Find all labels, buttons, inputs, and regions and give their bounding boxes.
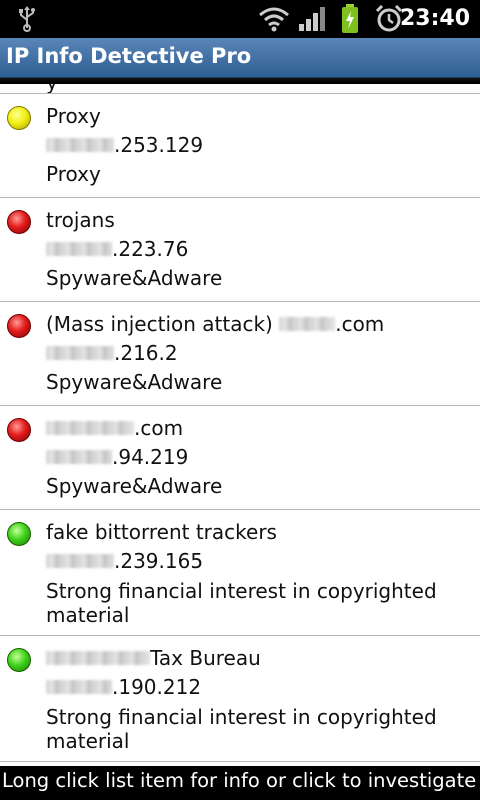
status-red-icon (7, 314, 31, 338)
redacted-blur (46, 138, 114, 152)
item-title: trojans (46, 208, 115, 232)
item-category: Spyware&Adware (46, 370, 223, 394)
app-title: IP Info Detective Pro (6, 44, 252, 68)
item-ip: .190.212 (46, 673, 476, 702)
list-item[interactable]: (Mass injection attack) .com .216.2 Spyw… (0, 302, 480, 406)
app-title-bar: IP Info Detective Pro (0, 38, 480, 78)
list-item[interactable]: Proxy .253.129 Proxy (0, 94, 480, 198)
redacted-blur (46, 450, 112, 464)
footer-hint-bar: Long click list item for info or click t… (0, 766, 480, 800)
battery-charging-icon (342, 4, 358, 33)
status-clock: 23:40 (399, 6, 470, 31)
item-ip: .253.129 (46, 131, 476, 160)
item-ip: .223.76 (46, 235, 476, 264)
list-item[interactable]: trojans .223.76 Spyware&Adware (0, 198, 480, 302)
list-item[interactable]: .com .94.219 Spyware&Adware (0, 406, 480, 510)
redacted-blur (46, 651, 150, 665)
item-title: (Mass injection attack) .com (46, 312, 385, 336)
list-item[interactable]: fake bittorrent trackers .239.165 Strong… (0, 510, 480, 636)
signal-icon (299, 7, 325, 31)
item-title: Tax Bureau (46, 644, 476, 673)
item-title: fake bittorrent trackers (46, 520, 277, 544)
alarm-icon (375, 5, 403, 32)
item-category: Strong financial interest in copyrighted… (46, 579, 437, 627)
item-category: Spyware&Adware (46, 474, 223, 498)
item-title: Proxy (46, 104, 101, 128)
item-ip: .216.2 (46, 339, 476, 368)
item-category: Spyware&Adware (46, 266, 223, 290)
item-title: .com (46, 414, 476, 443)
wifi-icon (259, 7, 289, 32)
item-category: Proxy (46, 162, 101, 186)
usb-icon (19, 6, 35, 32)
status-green-icon (7, 522, 31, 546)
partial-text: y (46, 84, 58, 93)
status-green-icon (7, 648, 31, 672)
item-ip: .94.219 (46, 443, 476, 472)
status-red-icon (7, 418, 31, 442)
redacted-blur (279, 317, 336, 331)
status-red-icon (7, 210, 31, 234)
status-yellow-icon (7, 106, 31, 130)
redacted-blur (46, 680, 112, 694)
footer-hint: Long click list item for info or click t… (2, 769, 480, 792)
ip-list[interactable]: y Proxy .253.129 Proxy trojans .223.76 S… (0, 84, 480, 766)
redacted-blur (46, 242, 112, 256)
item-category: Strong financial interest in copyrighted… (46, 705, 437, 753)
list-item-partial[interactable]: y (0, 84, 480, 94)
status-bar: 23:40 (0, 0, 480, 38)
redacted-blur (46, 346, 114, 360)
redacted-blur (46, 421, 134, 435)
redacted-blur (46, 554, 114, 568)
item-ip: .239.165 (46, 547, 476, 576)
list-item[interactable]: Tax Bureau .190.212 Strong financial int… (0, 636, 480, 762)
